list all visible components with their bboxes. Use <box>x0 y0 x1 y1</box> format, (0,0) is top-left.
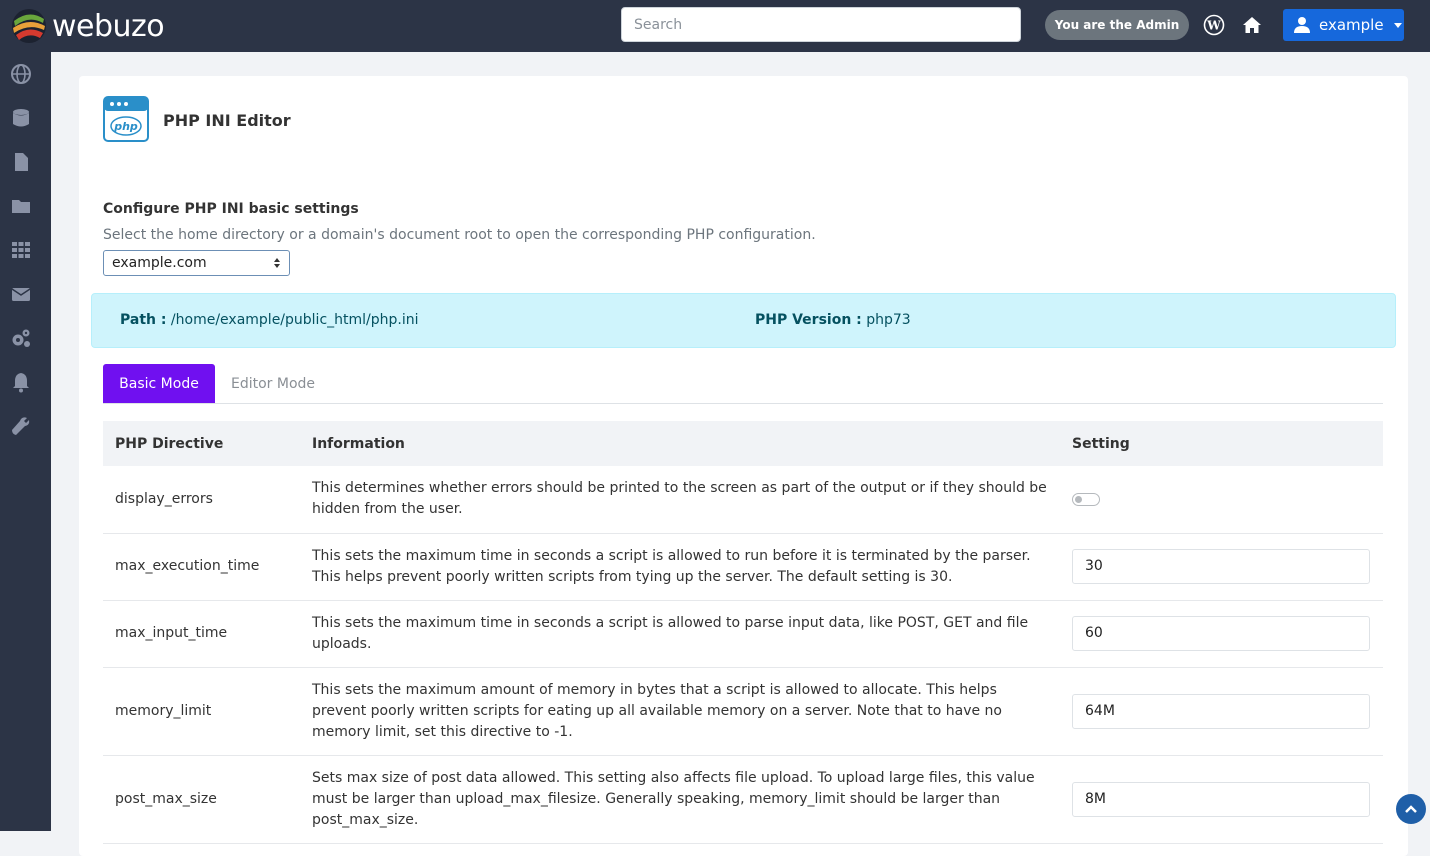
max-execution-time-input[interactable]: 30 <box>1072 549 1370 584</box>
max-input-time-input[interactable]: 60 <box>1072 616 1370 651</box>
table-row: memory_limit This sets the maximum amoun… <box>103 667 1383 756</box>
php-version-value: php73 <box>866 312 911 328</box>
directives-table: PHP Directive Information Setting displa… <box>103 421 1383 844</box>
config-info-box: Path : /home/example/public_html/php.ini… <box>91 293 1396 348</box>
directive-name: post_max_size <box>103 755 300 844</box>
path-value: /home/example/public_html/php.ini <box>170 312 419 328</box>
directive-info: This sets the maximum time in seconds a … <box>300 533 1060 601</box>
header-php-directive: PHP Directive <box>103 421 300 466</box>
home-icon[interactable] <box>1241 14 1263 36</box>
domain-select[interactable]: example.com <box>103 250 290 276</box>
header-setting: Setting <box>1060 421 1383 466</box>
admin-badge[interactable]: You are the Admin <box>1045 10 1189 40</box>
database-icon[interactable] <box>10 107 32 129</box>
wordpress-icon[interactable]: W <box>1203 14 1225 36</box>
mail-icon[interactable] <box>10 283 32 305</box>
settings-cogs-icon[interactable] <box>10 327 32 349</box>
search-input[interactable] <box>621 7 1021 42</box>
table-row: max_execution_time This sets the maximum… <box>103 533 1383 601</box>
table-row: max_input_time This sets the maximum tim… <box>103 600 1383 668</box>
directive-info: This sets the maximum amount of memory i… <box>300 667 1060 756</box>
display-errors-toggle[interactable] <box>1072 492 1100 506</box>
chevron-down-icon <box>1393 22 1402 28</box>
user-icon <box>1294 17 1310 33</box>
post-max-size-input[interactable]: 8M <box>1072 781 1370 817</box>
apps-grid-icon[interactable] <box>10 239 32 261</box>
php-version-label: PHP Version : <box>755 312 862 328</box>
section-title: Configure PHP INI basic settings <box>103 201 359 217</box>
directive-name: memory_limit <box>103 667 300 756</box>
svg-text:W: W <box>1206 19 1221 33</box>
bell-icon[interactable] <box>10 371 32 393</box>
mode-tabs: Basic Mode Editor Mode <box>103 364 1383 404</box>
sidebar <box>0 52 51 831</box>
php-editor-icon: php <box>103 96 149 142</box>
directive-info: This determines whether errors should be… <box>300 466 1060 534</box>
webuzo-logo-mark <box>12 9 46 43</box>
path-info: Path : /home/example/public_html/php.ini <box>120 312 419 328</box>
memory-limit-input[interactable]: 64M <box>1072 693 1370 729</box>
chevron-up-icon <box>1405 805 1417 813</box>
directive-setting: 8M <box>1060 755 1383 844</box>
folder-icon[interactable] <box>10 195 32 217</box>
header-information: Information <box>300 421 1060 466</box>
directive-setting: 64M <box>1060 667 1383 756</box>
directive-name: max_execution_time <box>103 533 300 601</box>
table-header-row: PHP Directive Information Setting <box>103 421 1383 466</box>
directive-info: This sets the maximum time in seconds a … <box>300 600 1060 668</box>
main-card: php PHP INI Editor Configure PHP INI bas… <box>79 76 1408 856</box>
table-row: display_errors This determines whether e… <box>103 466 1383 534</box>
directive-name: max_input_time <box>103 600 300 668</box>
table-row: post_max_size Sets max size of post data… <box>103 755 1383 844</box>
top-bar: webuzo You are the Admin W example <box>0 0 1430 52</box>
scroll-to-top-button[interactable] <box>1396 794 1426 824</box>
wrench-icon[interactable] <box>10 415 32 437</box>
directive-name: display_errors <box>103 466 300 534</box>
directive-setting <box>1060 466 1383 534</box>
domain-select-value: example.com <box>112 255 207 271</box>
directive-info: Sets max size of post data allowed. This… <box>300 755 1060 844</box>
user-menu-button[interactable]: example <box>1283 9 1404 41</box>
svg-text:php: php <box>113 120 138 133</box>
directive-setting: 60 <box>1060 600 1383 668</box>
directive-setting: 30 <box>1060 533 1383 601</box>
webuzo-logo[interactable]: webuzo <box>10 5 165 47</box>
brand-name: webuzo <box>52 8 165 44</box>
globe-icon[interactable] <box>10 63 32 85</box>
php-version-info: PHP Version : php73 <box>755 312 911 328</box>
file-icon[interactable] <box>10 151 32 173</box>
select-arrows-icon <box>274 258 280 268</box>
section-description: Select the home directory or a domain's … <box>103 227 816 243</box>
tab-editor-mode[interactable]: Editor Mode <box>215 364 331 403</box>
page-title: PHP INI Editor <box>163 111 291 130</box>
tab-basic-mode[interactable]: Basic Mode <box>103 364 215 403</box>
path-label: Path : <box>120 312 167 328</box>
user-name: example <box>1319 16 1384 34</box>
